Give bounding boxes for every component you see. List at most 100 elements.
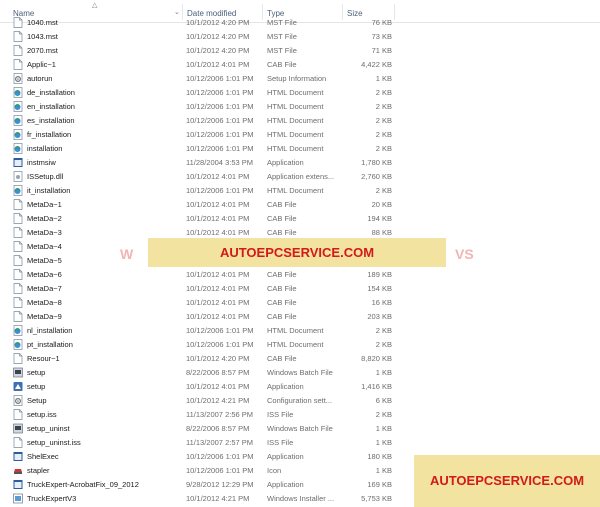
file-size: 2 KB <box>375 144 392 153</box>
doc-icon <box>13 59 23 70</box>
file-type: Configuration sett... <box>267 396 333 405</box>
doc-icon <box>13 31 23 42</box>
file-name: instmsiw <box>27 158 56 167</box>
file-type: CAB File <box>267 354 297 363</box>
file-date-modified: 10/1/2012 4:01 PM <box>186 284 250 293</box>
file-row[interactable]: autorun 10/12/2006 1:01 PM Setup Informati… <box>0 72 600 86</box>
file-date-modified: 10/1/2012 4:01 PM <box>186 312 250 321</box>
file-type: CAB File <box>267 312 297 321</box>
file-row[interactable]: installation 10/12/2006 1:01 PM HTML Docum… <box>0 142 600 156</box>
file-row[interactable]: Applic~1 10/1/2012 4:01 PM CAB File 4,422 K… <box>0 58 600 72</box>
file-type: MST File <box>267 46 297 55</box>
file-date-modified: 10/1/2012 4:01 PM <box>186 298 250 307</box>
file-date-modified: 10/12/2006 1:01 PM <box>186 88 254 97</box>
gear-icon <box>13 73 23 84</box>
file-size: 2 KB <box>375 410 392 419</box>
file-date-modified: 10/12/2006 1:01 PM <box>186 452 254 461</box>
file-type: CAB File <box>267 214 297 223</box>
watermark-corner: AUTOEPCSERVICE.COM <box>414 455 600 507</box>
file-name: en_installation <box>27 102 75 111</box>
watermark-ghost-glyph: VS <box>455 246 474 262</box>
file-size: 73 KB <box>371 32 392 41</box>
file-row[interactable]: pt_installation 10/12/2006 1:01 PM HTML Do… <box>0 338 600 352</box>
file-row[interactable]: fr_installation 10/12/2006 1:01 PM HTML Do… <box>0 128 600 142</box>
file-type: Windows Installer ... <box>267 494 335 503</box>
file-date-modified: 10/12/2006 1:01 PM <box>186 74 254 83</box>
file-row[interactable]: MetaDa~9 10/1/2012 4:01 PM CAB File 203 KB <box>0 310 600 324</box>
file-date-modified: 10/1/2012 4:21 PM <box>186 494 250 503</box>
file-size: 20 KB <box>371 200 392 209</box>
file-row[interactable]: nl_installation 10/12/2006 1:01 PM HTML Do… <box>0 324 600 338</box>
file-row[interactable]: 1043.mst 10/1/2012 4:20 PM MST File 73 KB <box>0 30 600 44</box>
file-row[interactable]: setup.iss 11/13/2007 2:56 PM ISS File 2 KB <box>0 408 600 422</box>
file-type: ISS File <box>267 438 294 447</box>
doc-icon <box>13 45 23 56</box>
file-size: 1 KB <box>375 466 392 475</box>
app-icon <box>13 479 23 490</box>
file-row[interactable]: setup 10/1/2012 4:01 PM Application 1,416 K… <box>0 380 600 394</box>
file-size: 8,820 KB <box>361 354 392 363</box>
file-name: MetaDa~5 <box>27 256 62 265</box>
file-name: de_installation <box>27 88 75 97</box>
doc-icon <box>13 227 23 238</box>
file-date-modified: 10/12/2006 1:01 PM <box>186 116 254 125</box>
file-row[interactable]: MetaDa~6 10/1/2012 4:01 PM CAB File 189 KB <box>0 268 600 282</box>
setup-icon <box>13 381 23 392</box>
file-size: 1 KB <box>375 368 392 377</box>
sort-ascending-icon[interactable]: △ <box>92 1 97 9</box>
file-name: MetaDa~6 <box>27 270 62 279</box>
file-type: HTML Document <box>267 102 324 111</box>
file-row[interactable]: instmsiw 11/28/2004 3:53 PM Application 1,7… <box>0 156 600 170</box>
file-row[interactable]: 2070.mst 10/1/2012 4:20 PM MST File 71 KB <box>0 44 600 58</box>
html-icon <box>13 129 23 140</box>
file-name: MetaDa~2 <box>27 214 62 223</box>
file-type: MST File <box>267 18 297 27</box>
chevron-down-icon[interactable]: ⌄ <box>174 8 180 16</box>
file-row[interactable]: en_installation 10/12/2006 1:01 PM HTML Do… <box>0 100 600 114</box>
file-size: 169 KB <box>367 480 392 489</box>
html-icon <box>13 185 23 196</box>
file-name: MetaDa~7 <box>27 284 62 293</box>
doc-icon <box>13 409 23 420</box>
doc-icon <box>13 297 23 308</box>
file-size: 194 KB <box>367 214 392 223</box>
stapler-icon <box>13 465 23 476</box>
file-type: Setup Information <box>267 74 327 83</box>
file-date-modified: 8/22/2006 8:57 PM <box>186 368 250 377</box>
file-row[interactable]: it_installation 10/12/2006 1:01 PM HTML Do… <box>0 184 600 198</box>
file-size: 2 KB <box>375 88 392 97</box>
file-size: 154 KB <box>367 284 392 293</box>
file-row[interactable]: MetaDa~2 10/1/2012 4:01 PM CAB File 194 KB <box>0 212 600 226</box>
file-name: Setup <box>27 396 47 405</box>
file-row[interactable]: 1040.mst 10/1/2012 4:20 PM MST File 76 KB <box>0 16 600 30</box>
file-date-modified: 10/1/2012 4:01 PM <box>186 200 250 209</box>
file-type: MST File <box>267 32 297 41</box>
file-row[interactable]: de_installation 10/12/2006 1:01 PM HTML Do… <box>0 86 600 100</box>
file-name: autorun <box>27 74 53 83</box>
file-row[interactable]: MetaDa~7 10/1/2012 4:01 PM CAB File 154 KB <box>0 282 600 296</box>
file-type: Windows Batch File <box>267 424 333 433</box>
file-date-modified: 10/1/2012 4:20 PM <box>186 32 250 41</box>
file-name: es_installation <box>27 116 75 125</box>
file-date-modified: 11/13/2007 2:56 PM <box>186 410 253 419</box>
file-row[interactable]: setup 8/22/2006 8:57 PM Windows Batch File… <box>0 366 600 380</box>
file-date-modified: 8/22/2006 8:57 PM <box>186 424 250 433</box>
html-icon <box>13 115 23 126</box>
file-type: HTML Document <box>267 144 324 153</box>
file-row[interactable]: MetaDa~8 10/1/2012 4:01 PM CAB File 16 KB <box>0 296 600 310</box>
doc-icon <box>13 17 23 28</box>
file-row[interactable]: Resour~1 10/1/2012 4:20 PM CAB File 8,820 K… <box>0 352 600 366</box>
file-row[interactable]: Setup 10/1/2012 4:21 PM Configuration sett… <box>0 394 600 408</box>
file-row[interactable]: MetaDa~1 10/1/2012 4:01 PM CAB File 20 KB <box>0 198 600 212</box>
msi-icon <box>13 493 23 504</box>
file-type: CAB File <box>267 270 297 279</box>
file-date-modified: 10/1/2012 4:20 PM <box>186 18 250 27</box>
file-name: Applic~1 <box>27 60 56 69</box>
file-row[interactable]: setup_uninst.iss 11/13/2007 2:57 PM ISS Fi… <box>0 436 600 450</box>
file-row[interactable]: es_installation 10/12/2006 1:01 PM HTML Do… <box>0 114 600 128</box>
file-row[interactable]: setup_uninst 8/22/2006 8:57 PM Windows Bat… <box>0 422 600 436</box>
file-name: nl_installation <box>27 326 73 335</box>
file-size: 88 KB <box>371 228 392 237</box>
file-row[interactable]: ISSetup.dll 10/1/2012 4:01 PM Application … <box>0 170 600 184</box>
file-type: Windows Batch File <box>267 368 333 377</box>
